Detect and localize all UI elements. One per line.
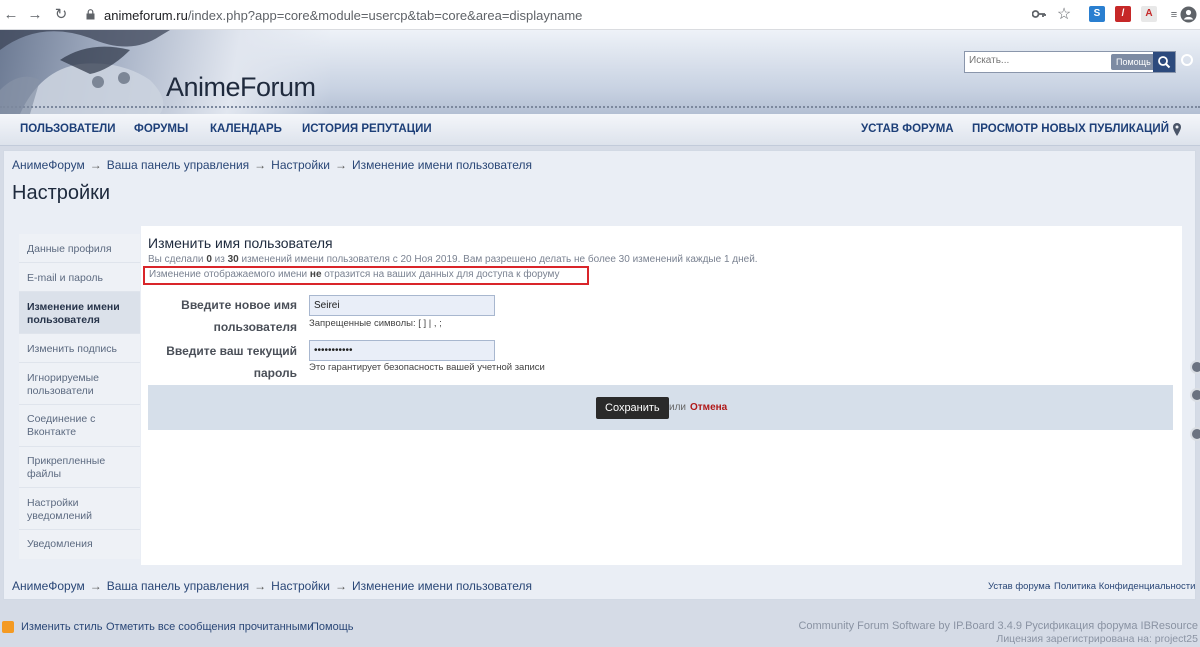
new-name-label-line1: Введите новое имя: [181, 298, 297, 312]
settings-sidebar: Данные профиля E-mail и пароль Изменение…: [19, 234, 140, 559]
change-count-info: Вы сделали 0 из 30 изменений имени польз…: [148, 254, 758, 265]
breadcrumb-separator: →: [335, 579, 347, 593]
header-divider: [0, 106, 1200, 109]
search-button[interactable]: [1153, 52, 1175, 72]
nav-forum-rules[interactable]: УСТАВ ФОРУМА: [861, 123, 954, 135]
save-button[interactable]: Сохранить: [596, 397, 669, 419]
warn-bold: не: [309, 269, 322, 280]
breadcrumb-bottom: АнимеФорум → Ваша панель управления → Настро…: [12, 579, 532, 593]
footer-link-rules[interactable]: Устав форума: [988, 581, 1050, 592]
warn-suffix: отразится на ваших данных для доступа к …: [324, 269, 560, 280]
nav-new-posts[interactable]: ПРОСМОТР НОВЫХ ПУБЛИКАЦИЙ: [972, 123, 1169, 135]
footer-mark-all-read[interactable]: Отметить все сообщения прочитанными: [106, 621, 313, 633]
breadcrumb-link-usercp[interactable]: Ваша панель управления: [107, 158, 249, 172]
info-total: 30: [227, 254, 239, 265]
footer-credit: Community Forum Software by IP.Board 3.4…: [798, 620, 1198, 632]
address-bar[interactable]: animeforum.ru/index.php?app=core&module=…: [104, 8, 582, 23]
sidebar-item-notifications[interactable]: Уведомления: [19, 530, 140, 559]
breadcrumb-link-home[interactable]: АнимеФорум: [12, 158, 85, 172]
footer-separator: ·: [1048, 581, 1052, 592]
footer-link-privacy[interactable]: Политика Конфиденциальности: [1054, 581, 1195, 592]
breadcrumb-separator: →: [89, 579, 102, 593]
password-label: Введите ваш текущий пароль: [137, 340, 297, 384]
extension-pen-icon[interactable]: /: [1115, 6, 1131, 22]
info-prefix: Вы сделали: [148, 254, 204, 265]
info-count: 0: [206, 254, 212, 265]
breadcrumb-separator: →: [335, 158, 347, 172]
nav-reputation-history[interactable]: ИСТОРИЯ РЕПУТАЦИИ: [302, 123, 432, 135]
info-suffix: изменений имени пользователя с 20 Ноя 20…: [241, 254, 758, 265]
breadcrumb-separator: →: [254, 158, 267, 172]
star-icon[interactable]: ☆: [1054, 5, 1074, 25]
key-icon[interactable]: [1032, 9, 1046, 19]
new-name-label: Введите новое имя пользователя: [137, 294, 297, 338]
lock-icon: [86, 9, 95, 20]
new-name-label-line2: пользователя: [213, 320, 297, 334]
forward-icon[interactable]: →: [25, 5, 45, 25]
footer-change-style[interactable]: Изменить стиль: [21, 621, 103, 633]
breadcrumb-link-home[interactable]: АнимеФорум: [12, 579, 85, 593]
new-name-field[interactable]: [309, 295, 495, 316]
search-icon: [1158, 56, 1171, 69]
password-hint: Это гарантирует безопасность вашей учетн…: [309, 362, 545, 373]
extension-pdf-icon[interactable]: A: [1141, 6, 1157, 22]
sidebar-item-profile-data[interactable]: Данные профиля: [19, 234, 140, 263]
profile-icon[interactable]: [1180, 6, 1197, 23]
browser-toolbar: ← → ↻ animeforum.ru/index.php?app=core&m…: [0, 0, 1200, 30]
breadcrumb-link-settings[interactable]: Настройки: [271, 579, 330, 593]
breadcrumb-separator: →: [254, 579, 267, 593]
side-widget-icon[interactable]: [1190, 388, 1200, 402]
password-label-line2: пароль: [253, 366, 297, 380]
sidebar-item-notification-settings[interactable]: Настройки уведомлений: [19, 488, 140, 530]
section-heading: Изменить имя пользователя: [148, 235, 333, 251]
main-nav: ПОЛЬЗОВАТЕЛИ ФОРУМЫ КАЛЕНДАРЬ ИСТОРИЯ РЕ…: [0, 114, 1200, 146]
sidebar-item-attachments[interactable]: Прикрепленные файлы: [19, 447, 140, 488]
breadcrumb-link-change-name[interactable]: Изменение имени пользователя: [352, 579, 532, 593]
breadcrumb-link-settings[interactable]: Настройки: [271, 158, 330, 172]
breadcrumb-link-usercp[interactable]: Ваша панель управления: [107, 579, 249, 593]
map-pin-icon[interactable]: [1172, 123, 1182, 137]
warn-prefix: Изменение отображаемого имени: [149, 269, 308, 280]
breadcrumb-link-change-name[interactable]: Изменение имени пользователя: [352, 158, 532, 172]
search-help-button[interactable]: Помощь: [1111, 54, 1156, 70]
password-label-line1: Введите ваш текущий: [166, 344, 297, 358]
side-widget-icon[interactable]: [1190, 427, 1200, 441]
site-header: AnimeForum Помощь: [0, 30, 1200, 114]
warning-notice: Изменение отображаемого имени не отразит…: [143, 266, 589, 285]
page-title: Настройки: [12, 182, 111, 204]
breadcrumb: АнимеФорум → Ваша панель управления → Настро…: [12, 158, 532, 172]
url-path: /index.php?app=core&module=usercp&tab=co…: [187, 8, 583, 23]
password-field[interactable]: [309, 340, 495, 361]
sidebar-item-change-name[interactable]: Изменение имени пользователя: [19, 292, 140, 334]
info-mid: из: [214, 254, 225, 265]
cancel-link[interactable]: Отмена: [690, 402, 727, 413]
site-logo[interactable]: AnimeForum: [166, 72, 316, 103]
sidebar-item-edit-signature[interactable]: Изменить подпись: [19, 334, 140, 363]
nav-forums[interactable]: ФОРУМЫ: [134, 123, 188, 135]
sidebar-item-vk-connect[interactable]: Соединение с Вконтакте: [19, 405, 140, 447]
nav-calendar[interactable]: КАЛЕНДАРЬ: [210, 123, 282, 135]
breadcrumb-separator: →: [89, 158, 102, 172]
sidebar-item-ignored-users[interactable]: Игнорируемые пользователи: [19, 363, 140, 405]
reload-icon[interactable]: ↻: [51, 5, 71, 25]
search-box: Помощь: [964, 51, 1176, 73]
nav-users[interactable]: ПОЛЬЗОВАТЕЛИ: [20, 123, 115, 135]
search-input[interactable]: [969, 55, 1109, 66]
back-icon[interactable]: ←: [1, 5, 21, 25]
sidebar-item-email-password[interactable]: E-mail и пароль: [19, 263, 140, 292]
rss-icon[interactable]: [2, 621, 14, 633]
url-host: animeforum.ru: [104, 8, 188, 23]
footer-license: Лицензия зарегистрирована на: project25: [996, 633, 1198, 645]
new-name-hint: Запрещенные символы: [ ] | , ;: [309, 318, 442, 329]
or-text: или: [669, 402, 687, 413]
gear-icon[interactable]: [1181, 54, 1193, 66]
side-widget-icon[interactable]: [1190, 360, 1200, 374]
footer-help[interactable]: Помощь: [311, 621, 354, 633]
extension-s-icon[interactable]: S: [1089, 6, 1105, 22]
